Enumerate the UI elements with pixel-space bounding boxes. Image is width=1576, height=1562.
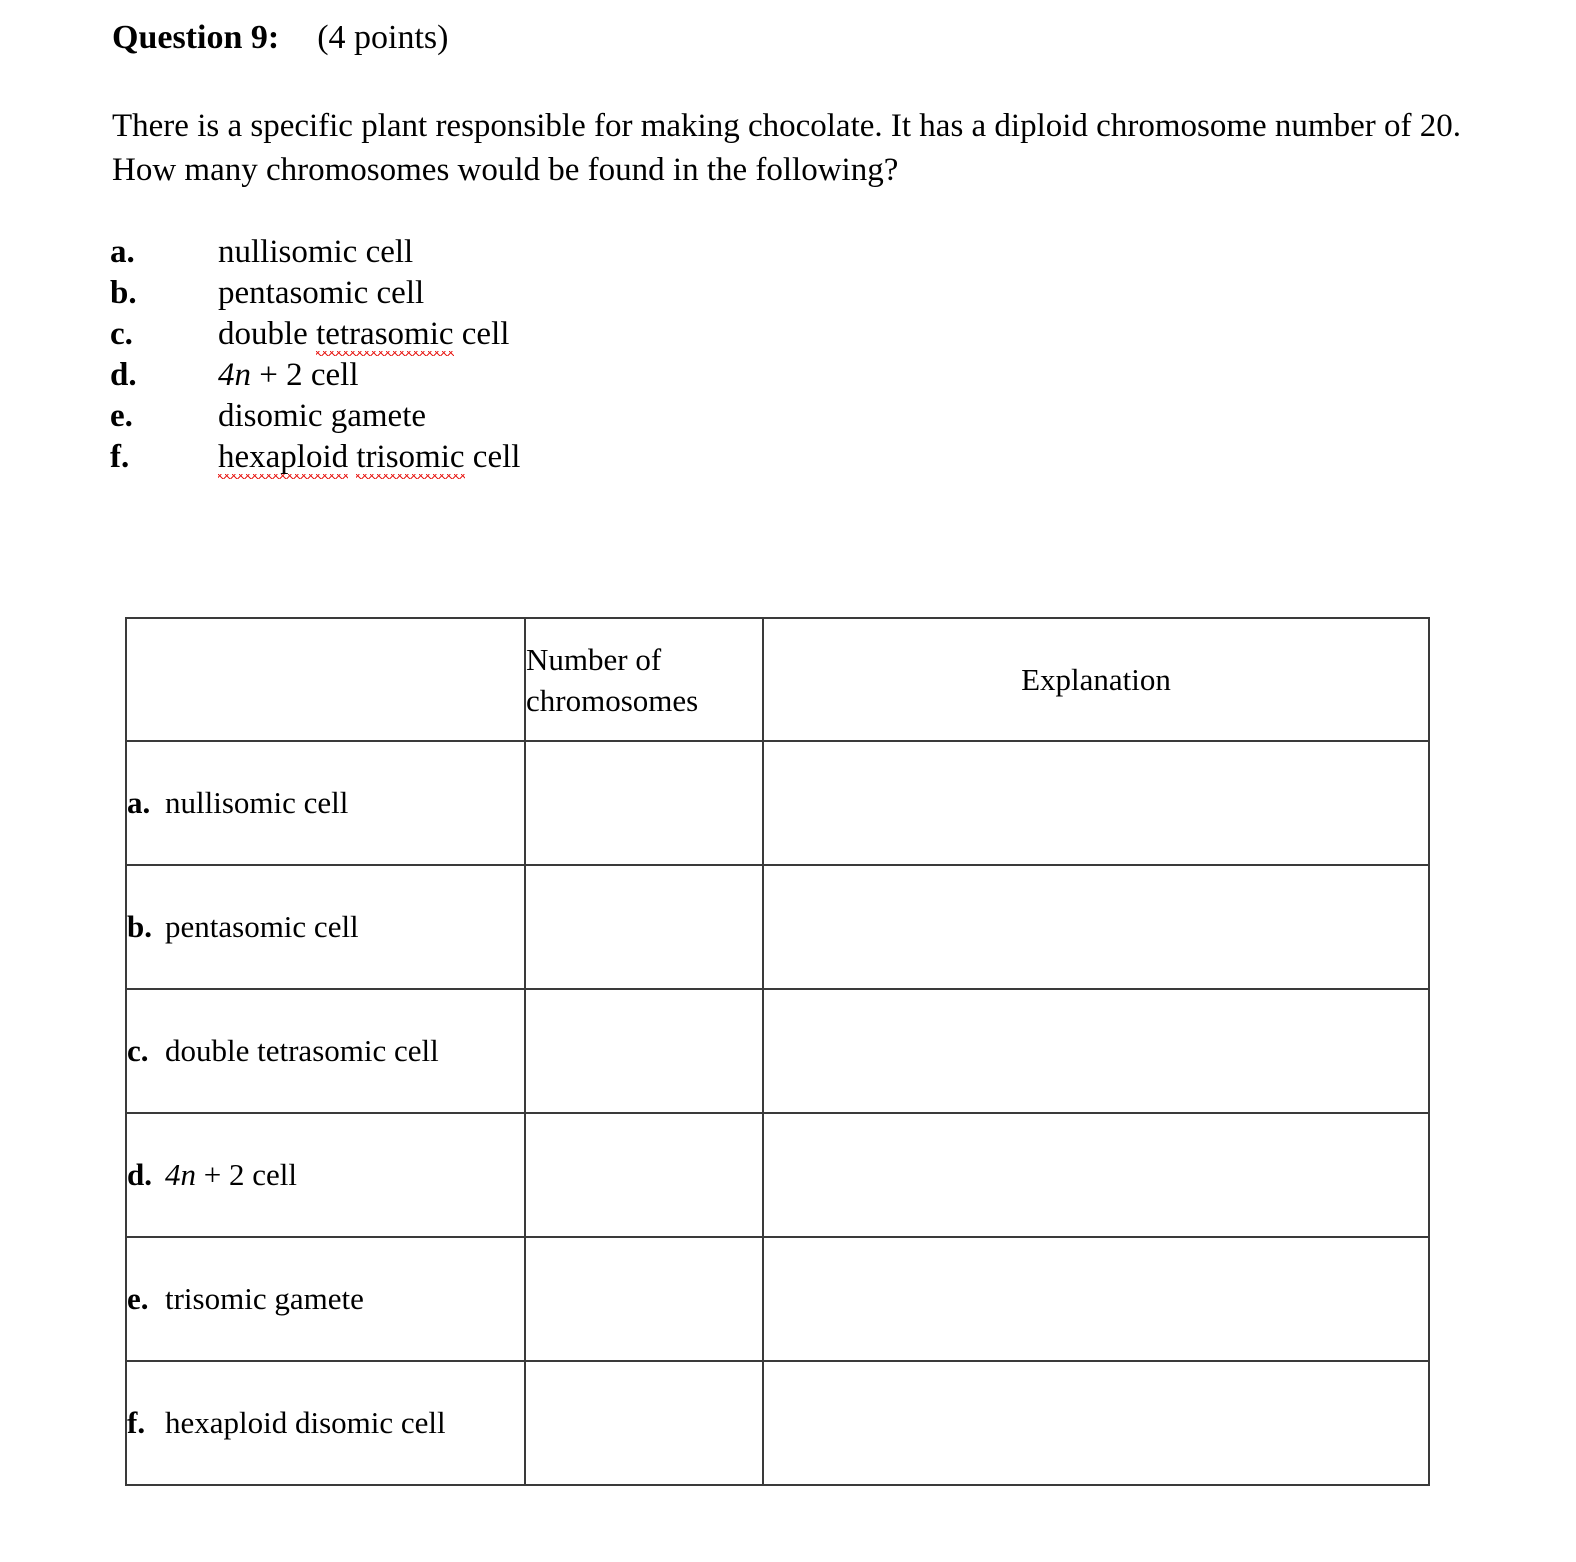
document-page: Question 9: (4 points) There is a specifi…: [0, 0, 1576, 1562]
list-item-label: nullisomic cell: [218, 234, 414, 270]
list-item: b. pentasomic cell: [110, 273, 910, 314]
row-marker: c.: [127, 1033, 149, 1068]
row-marker: e.: [127, 1281, 149, 1316]
table-row: d. 4n + 2 cell: [125, 1112, 1430, 1238]
table-row: a. nullisomic cell: [125, 740, 1430, 866]
list-item-marker: b.: [110, 275, 137, 311]
italic-variable: 4n: [165, 1157, 196, 1192]
list-item-label: double tetrasomic cell: [218, 314, 510, 356]
list-item-label: pentasomic cell: [218, 275, 425, 311]
list-item-text-post: cell: [464, 439, 521, 475]
row-label-cell: f. hexaploid disomic cell: [125, 1360, 526, 1486]
list-item: e. disomic gamete: [110, 396, 910, 437]
table-header-row: Number of chromosomes Explanation: [125, 617, 1430, 742]
row-label-text: nullisomic cell: [165, 785, 349, 820]
table-row: e. trisomic gamete: [125, 1236, 1430, 1362]
italic-variable: 4n: [218, 357, 251, 393]
list-item-text-post: + 2 cell: [251, 357, 359, 393]
list-item-marker: f.: [110, 439, 130, 475]
answer-table: Number of chromosomes Explanation a. null…: [125, 617, 1430, 1486]
spellcheck-underlined-word: tetrasomic: [316, 314, 454, 356]
row-marker: a.: [127, 785, 151, 820]
row-explanation-cell[interactable]: [762, 740, 1430, 866]
list-item-text-gap: [348, 439, 356, 475]
row-label-text: + 2 cell: [196, 1157, 297, 1192]
row-number-cell[interactable]: [524, 864, 764, 990]
list-item-text-pre: double: [218, 316, 317, 352]
row-label-text: trisomic gamete: [165, 1281, 364, 1316]
table-row: f. hexaploid disomic cell: [125, 1360, 1430, 1486]
list-item-label: disomic gamete: [218, 398, 427, 434]
list-item: d. 4n + 2 cell: [110, 355, 910, 396]
list-item-marker: e.: [110, 398, 133, 434]
list-item-label: hexaploid trisomic cell: [218, 437, 521, 479]
row-explanation-cell[interactable]: [762, 1112, 1430, 1238]
row-label-cell: d. 4n + 2 cell: [125, 1112, 526, 1238]
header-number-line2: chromosomes: [526, 682, 699, 718]
row-number-cell[interactable]: [524, 1112, 764, 1238]
row-label-cell: a. nullisomic cell: [125, 740, 526, 866]
row-explanation-cell[interactable]: [762, 864, 1430, 990]
list-item-text-post: cell: [453, 316, 510, 352]
row-explanation-cell[interactable]: [762, 988, 1430, 1114]
row-label-text: hexaploid disomic cell: [165, 1405, 446, 1440]
table-row: b. pentasomic cell: [125, 864, 1430, 990]
list-item: c. double tetrasomic cell: [110, 314, 910, 356]
row-number-cell[interactable]: [524, 1360, 764, 1486]
row-marker: b.: [127, 909, 152, 944]
row-marker: f.: [127, 1405, 146, 1440]
question-points-label: (4 points): [317, 19, 449, 56]
row-label-text: double tetrasomic cell: [165, 1033, 439, 1068]
question-heading: Question 9: (4 points): [112, 16, 448, 60]
row-label-cell: c. double tetrasomic cell: [125, 988, 526, 1114]
list-item-marker: c.: [110, 316, 133, 352]
header-cell-number-of-chromosomes: Number of chromosomes: [524, 617, 764, 742]
spellcheck-underlined-word: hexaploid: [218, 437, 349, 479]
table-row: c. double tetrasomic cell: [125, 988, 1430, 1114]
answer-table-container: Number of chromosomes Explanation a. null…: [125, 617, 1430, 1486]
row-label-cell: b. pentasomic cell: [125, 864, 526, 990]
header-cell-blank: [125, 617, 526, 742]
row-number-cell[interactable]: [524, 988, 764, 1114]
header-cell-explanation: Explanation: [762, 617, 1430, 742]
row-explanation-cell[interactable]: [762, 1360, 1430, 1486]
row-label-text: pentasomic cell: [165, 909, 359, 944]
question-options-list: a. nullisomic cell b. pentasomic cell c.…: [110, 232, 910, 479]
list-item-marker: a.: [110, 234, 135, 270]
question-body-text: There is a specific plant responsible fo…: [112, 108, 1461, 188]
row-marker: d.: [127, 1157, 152, 1192]
list-item: f. hexaploid trisomic cell: [110, 437, 910, 479]
row-label-cell: e. trisomic gamete: [125, 1236, 526, 1362]
row-number-cell[interactable]: [524, 1236, 764, 1362]
row-number-cell[interactable]: [524, 740, 764, 866]
row-explanation-cell[interactable]: [762, 1236, 1430, 1362]
question-number-label: Question 9:: [112, 19, 280, 56]
list-item: a. nullisomic cell: [110, 232, 910, 273]
spellcheck-underlined-word: trisomic: [356, 437, 465, 479]
list-item-marker: d.: [110, 357, 137, 393]
header-number-line1: Number of: [526, 641, 662, 677]
list-item-label: 4n + 2 cell: [218, 355, 359, 396]
